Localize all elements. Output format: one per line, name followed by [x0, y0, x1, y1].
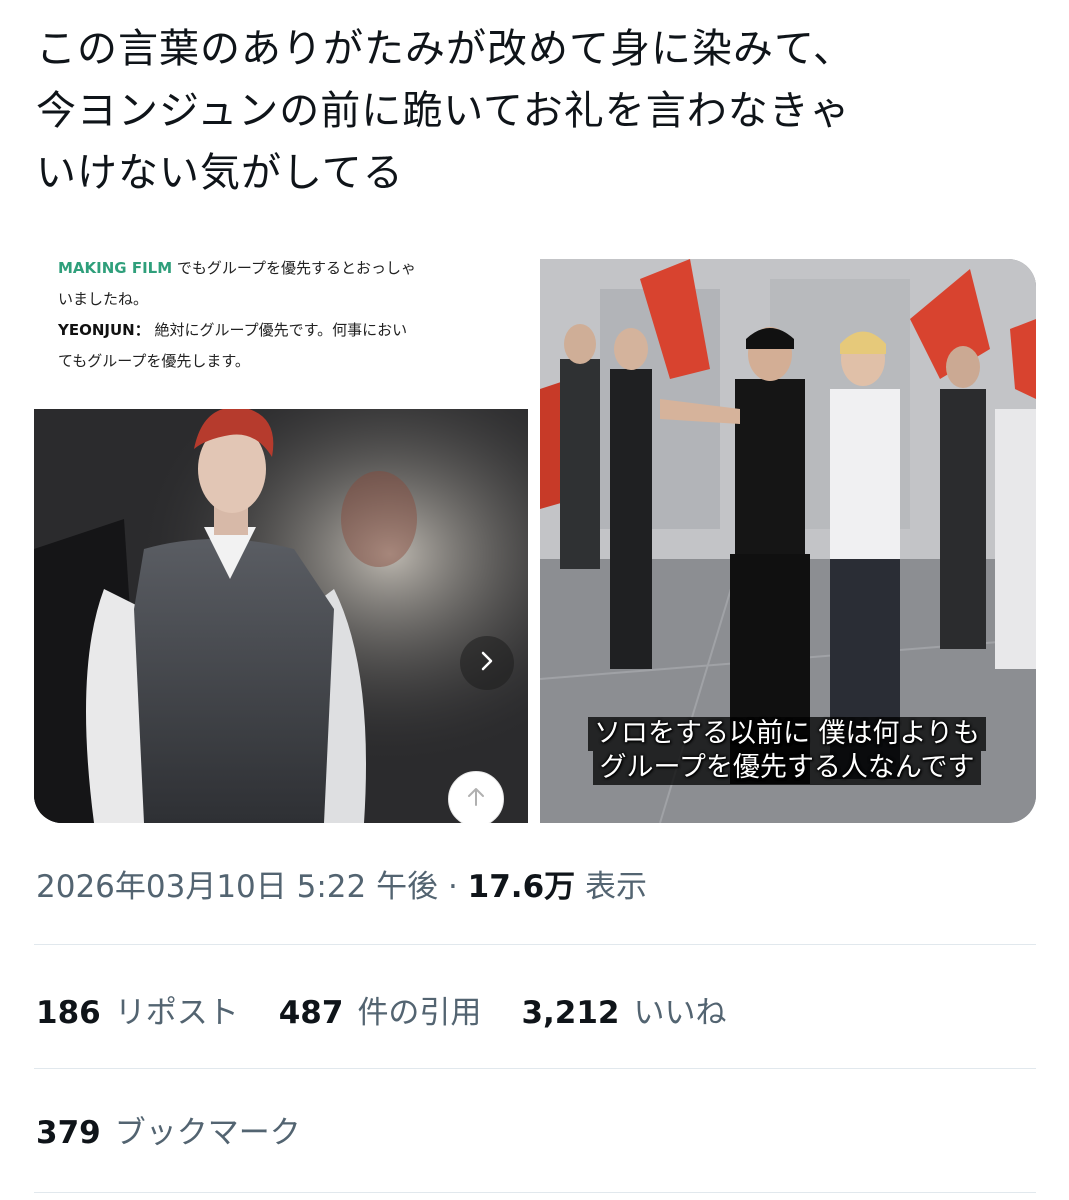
snippet-highlight: MAKING FILM [58, 259, 173, 277]
snippet-text: てもグループを優先します。 [58, 352, 250, 370]
media-image-left[interactable]: MAKING FILM でもグループを優先するとおっしゃ いましたね。 YEON… [34, 259, 528, 823]
divider [34, 1068, 1036, 1069]
portrait-photo [34, 409, 528, 823]
tweet-timestamp[interactable]: 2026年03月10日 5:22 午後 [36, 869, 438, 905]
quotes-stat[interactable]: 487 件の引用 [279, 988, 482, 1038]
tweet-text-line: この言葉のありがたみが改めて身に染みて、 [36, 26, 854, 72]
article-snippet: MAKING FILM でもグループを優先するとおっしゃ いましたね。 YEON… [58, 259, 518, 377]
meta-separator: · [438, 869, 468, 905]
divider [34, 944, 1036, 945]
bookmarks-count: 379 [36, 1115, 101, 1151]
chevron-right-icon [477, 649, 497, 677]
snippet-text: 絶対にグループ優先です。何事におい [154, 321, 408, 339]
bookmarks-stat[interactable]: 379 ブックマーク [36, 1108, 301, 1158]
media-grid: MAKING FILM でもグループを優先するとおっしゃ いましたね。 YEON… [34, 259, 1036, 823]
subtitle-line: グループを優先する人なんです [593, 751, 981, 785]
likes-stat[interactable]: 3,212 いいね [521, 988, 726, 1038]
bookmarks-label: ブックマーク [114, 1115, 301, 1151]
divider [34, 1192, 1036, 1193]
subtitle-line: ソロをする以前に 僕は何よりも [587, 717, 987, 751]
video-subtitle: ソロをする以前に 僕は何よりも グループを優先する人なんです [582, 717, 992, 785]
tweet-text-line: 今ヨンジュンの前に跪いてお礼を言わなきゃ [36, 88, 851, 134]
tweet-meta: 2026年03月10日 5:22 午後 · 17.6万 表示 [36, 862, 647, 912]
tweet-text: この言葉のありがたみが改めて身に染みて、 今ヨンジュンの前に跪いてお礼を言わなき… [36, 18, 1036, 204]
carousel-next-button[interactable] [460, 636, 514, 690]
arrow-up-icon [465, 785, 487, 813]
engagement-stats: 186 リポスト 487 件の引用 3,212 いいね [36, 988, 767, 1038]
snippet-speaker: YEONJUN： [58, 321, 150, 339]
portrait-illustration [34, 409, 528, 823]
media-image-right[interactable]: ソロをする以前に 僕は何よりも グループを優先する人なんです [540, 259, 1036, 823]
reposts-stat[interactable]: 186 リポスト [36, 988, 239, 1038]
likes-label: いいね [633, 995, 727, 1031]
reposts-count: 186 [36, 995, 101, 1031]
snippet-text: でもグループを優先するとおっしゃ [176, 259, 417, 277]
views-label: 表示 [585, 869, 648, 905]
snippet-text: いましたね。 [58, 290, 149, 308]
tweet-text-line: いけない気がしてる [36, 150, 404, 196]
quotes-label: 件の引用 [357, 995, 482, 1031]
scroll-to-top-button[interactable] [448, 771, 504, 823]
quotes-count: 487 [278, 995, 344, 1031]
views-count[interactable]: 17.6万 [468, 869, 576, 905]
reposts-label: リポスト [114, 995, 239, 1031]
likes-count: 3,212 [521, 995, 620, 1031]
